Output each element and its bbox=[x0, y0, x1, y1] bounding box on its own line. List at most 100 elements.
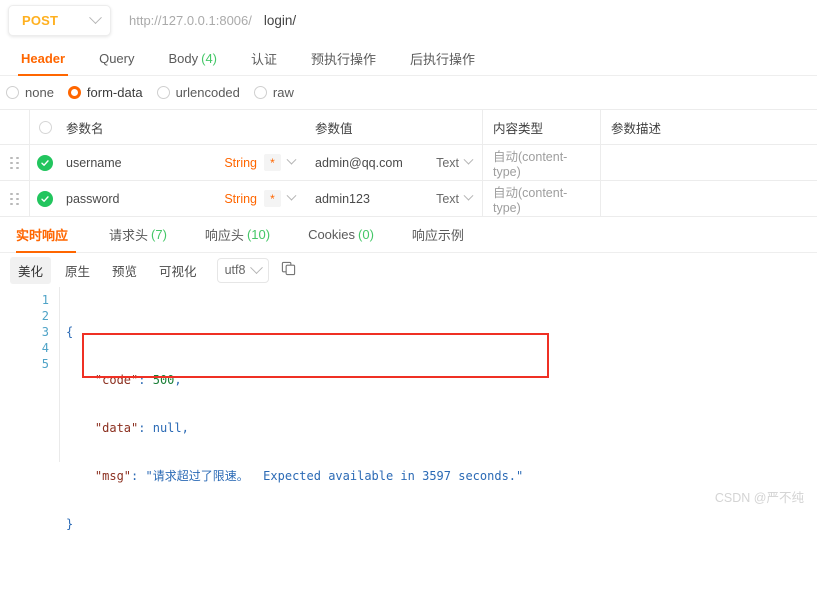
chevron-down-icon bbox=[250, 260, 264, 274]
chevron-down-icon[interactable] bbox=[463, 154, 474, 165]
view-raw-button[interactable]: 原生 bbox=[57, 257, 98, 284]
code-line: "data": null, bbox=[94, 421, 189, 435]
radio-form-data-dot bbox=[67, 86, 81, 99]
tab-realtime-response[interactable]: 实时响应 bbox=[6, 217, 90, 253]
view-beautify-button[interactable]: 美化 bbox=[10, 256, 52, 284]
body-type-radio-group: none form-data urlencoded raw bbox=[0, 76, 817, 109]
row-drag-handle-cell[interactable] bbox=[0, 181, 30, 216]
tab-query[interactable]: Query bbox=[82, 41, 151, 75]
row-value-cell[interactable]: admin123 Text bbox=[305, 181, 483, 216]
tab-request-headers-count: (7) bbox=[151, 227, 167, 242]
view-visualize-button[interactable]: 可视化 bbox=[151, 257, 205, 284]
request-tabs: Header Query Body (4) 认证 预执行操作 后执行操作 bbox=[0, 41, 817, 76]
check-circle-icon[interactable] bbox=[37, 154, 53, 171]
required-asterisk-badge[interactable]: * bbox=[264, 154, 281, 171]
select-all-checkbox[interactable] bbox=[38, 120, 52, 134]
param-name-input[interactable]: username bbox=[66, 156, 224, 170]
row-enabled-cell[interactable] bbox=[30, 145, 60, 180]
value-type-label[interactable]: Text bbox=[436, 156, 459, 170]
chevron-down-icon[interactable] bbox=[286, 190, 297, 201]
radio-raw-dot bbox=[253, 86, 267, 99]
tab-post-script[interactable]: 后执行操作 bbox=[393, 41, 492, 75]
radio-form-data-label: form-data bbox=[86, 85, 143, 100]
radio-none-label: none bbox=[25, 85, 54, 100]
required-asterisk-badge[interactable]: * bbox=[264, 190, 281, 207]
view-preview-button[interactable]: 预览 bbox=[104, 257, 145, 284]
tab-cookies-label: Cookies bbox=[308, 227, 356, 242]
tab-response-headers-label: 响应头 bbox=[204, 228, 244, 243]
response-view-toolbar: 美化 原生 预览 可视化 utf8 bbox=[0, 253, 817, 287]
parameters-table: 参数名 参数值 内容类型 参数描述 username String * admi… bbox=[0, 109, 817, 217]
tab-response-headers[interactable]: 响应头 (10) bbox=[186, 217, 289, 252]
row-description-cell[interactable] bbox=[601, 181, 817, 216]
chevron-down-icon bbox=[89, 11, 102, 25]
watermark: CSDN @严不纯 bbox=[714, 491, 804, 505]
code-line: "code": 500, bbox=[94, 373, 182, 387]
tab-response-headers-count: (10) bbox=[246, 227, 271, 242]
tab-body-count: (4) bbox=[201, 50, 218, 66]
radio-urlencoded[interactable]: urlencoded bbox=[156, 85, 240, 100]
tab-post-script-label: 后执行操作 bbox=[410, 51, 476, 67]
content-type-value[interactable]: 自动(content-type) bbox=[493, 182, 590, 215]
json-key-data: "data" bbox=[94, 421, 139, 435]
tab-pre-script[interactable]: 预执行操作 bbox=[294, 41, 393, 75]
http-method-select[interactable]: POST bbox=[8, 5, 111, 36]
url-host-text: http://127.0.0.1:8006/ bbox=[129, 13, 252, 28]
tab-header[interactable]: Header bbox=[4, 41, 82, 76]
table-row: username String * admin@qq.com Text 自动(c… bbox=[0, 145, 817, 181]
row-name-cell[interactable]: username String * bbox=[60, 145, 305, 180]
json-value-msg-text: 请求超过了限速。 Expected available in 3597 seco… bbox=[152, 469, 517, 483]
radio-none[interactable]: none bbox=[6, 85, 54, 100]
line-number: 5 bbox=[41, 357, 49, 371]
content-type-value[interactable]: 自动(content-type) bbox=[493, 146, 590, 179]
param-name-input[interactable]: password bbox=[66, 192, 224, 206]
json-key-code: "code" bbox=[94, 373, 139, 387]
url-path-text[interactable]: login/ bbox=[264, 13, 296, 28]
check-circle-icon[interactable] bbox=[37, 190, 53, 207]
header-handle-cell bbox=[0, 110, 30, 144]
row-value-cell[interactable]: admin@qq.com Text bbox=[305, 145, 483, 180]
chevron-down-icon[interactable] bbox=[463, 190, 474, 201]
param-type-label[interactable]: String bbox=[224, 192, 257, 206]
value-type-label[interactable]: Text bbox=[436, 192, 459, 206]
tab-cookies[interactable]: Cookies (0) bbox=[289, 217, 393, 252]
radio-raw[interactable]: raw bbox=[253, 85, 294, 100]
drag-handle-icon[interactable] bbox=[10, 192, 19, 205]
radio-form-data[interactable]: form-data bbox=[67, 85, 143, 100]
encoding-select[interactable]: utf8 bbox=[216, 257, 270, 283]
tab-response-example[interactable]: 响应示例 bbox=[393, 217, 483, 252]
param-type-label[interactable]: String bbox=[224, 156, 257, 170]
tab-body[interactable]: Body (4) bbox=[151, 41, 234, 75]
param-value-input[interactable]: admin@qq.com bbox=[315, 156, 436, 170]
tab-pre-script-label: 预执行操作 bbox=[311, 51, 377, 67]
tab-cookies-count: (0) bbox=[358, 227, 374, 242]
url-bar: POST http://127.0.0.1:8006/ login/ bbox=[0, 0, 817, 41]
code-line: } bbox=[66, 517, 74, 531]
row-enabled-cell[interactable] bbox=[30, 181, 60, 216]
tab-header-label: Header bbox=[21, 50, 66, 66]
header-param-description: 参数描述 bbox=[611, 121, 662, 136]
tab-auth[interactable]: 认证 bbox=[234, 41, 294, 75]
table-row: password String * admin123 Text 自动(conte… bbox=[0, 181, 817, 216]
response-tabs: 实时响应 请求头 (7) 响应头 (10) Cookies (0) 响应示例 bbox=[0, 217, 817, 253]
code-line: { bbox=[66, 325, 74, 339]
copy-icon[interactable] bbox=[281, 261, 296, 279]
line-number: 4 bbox=[41, 341, 49, 355]
code-line: "msg": "请求超过了限速。 Expected available in 3… bbox=[94, 469, 524, 483]
row-drag-handle-cell[interactable] bbox=[0, 145, 30, 180]
tab-request-headers[interactable]: 请求头 (7) bbox=[90, 217, 186, 252]
header-content-type: 内容类型 bbox=[483, 110, 601, 144]
line-number: 1 bbox=[41, 293, 49, 307]
row-name-cell[interactable]: password String * bbox=[60, 181, 305, 216]
row-content-type-cell[interactable]: 自动(content-type) bbox=[483, 181, 601, 216]
drag-handle-icon[interactable] bbox=[10, 156, 19, 169]
select-all-cell bbox=[30, 110, 60, 144]
http-method-label: POST bbox=[22, 13, 59, 28]
chevron-down-icon[interactable] bbox=[286, 154, 297, 165]
response-body-viewer: 1 2 3 4 5 { "code": 500, "data": null, "… bbox=[0, 287, 817, 531]
json-value-msg: "请求超过了限速。 Expected available in 3597 sec… bbox=[145, 469, 524, 483]
row-description-cell[interactable] bbox=[601, 145, 817, 180]
row-content-type-cell[interactable]: 自动(content-type) bbox=[483, 145, 601, 180]
param-value-input[interactable]: admin123 bbox=[315, 192, 436, 206]
json-code-area[interactable]: { "code": 500, "data": null, "msg": "请求超… bbox=[60, 287, 817, 531]
